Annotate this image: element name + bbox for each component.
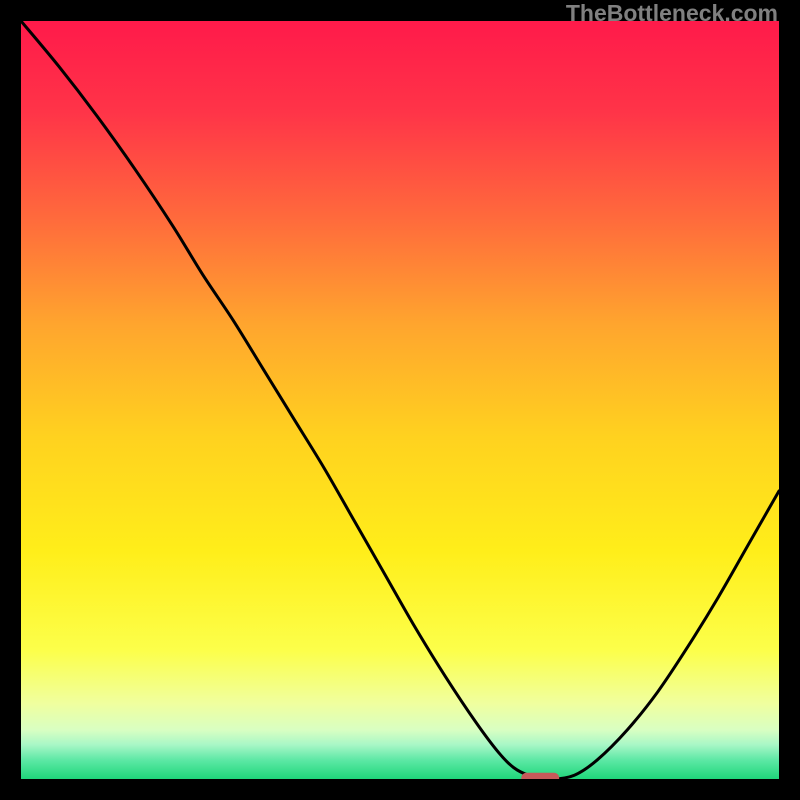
optimal-point-marker	[521, 773, 559, 779]
plot-area	[21, 21, 779, 779]
gradient-background	[21, 21, 779, 779]
watermark-text: TheBottleneck.com	[566, 0, 778, 27]
bottleneck-chart	[21, 21, 779, 779]
